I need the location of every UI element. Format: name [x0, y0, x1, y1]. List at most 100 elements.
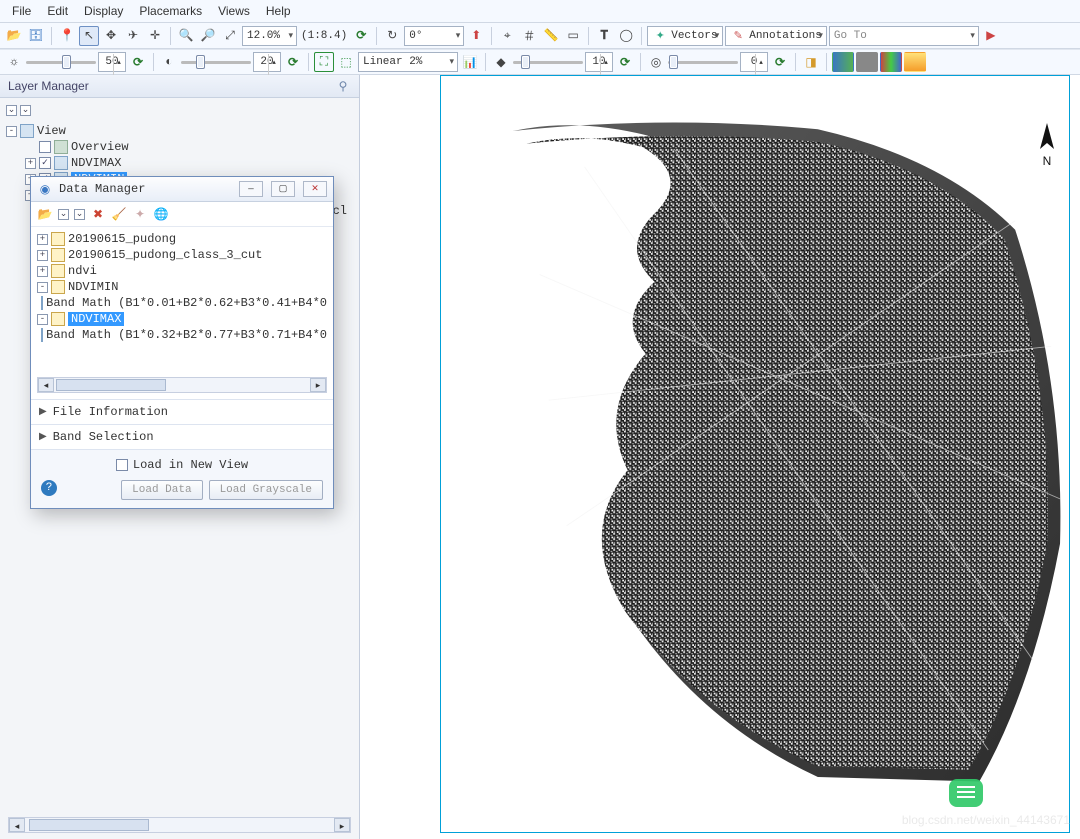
goto-combo[interactable]: Go To	[829, 26, 979, 46]
minimize-button[interactable]: —	[239, 181, 263, 197]
load-data-button[interactable]: Load Data	[121, 480, 202, 500]
pin-icon[interactable]: ✦	[132, 206, 148, 222]
dialog-tree[interactable]: +20190615_pudong +20190615_pudong_class_…	[31, 227, 333, 377]
tree-expand-icon[interactable]: -	[37, 282, 48, 293]
brightness-value[interactable]: 50▲▼	[98, 52, 126, 72]
help-icon[interactable]: ?	[41, 480, 57, 496]
globe-icon[interactable]: 🌐	[153, 206, 169, 222]
collapse-icon[interactable]: ⌄	[6, 105, 17, 116]
swipe-icon[interactable]: ◨	[801, 52, 821, 72]
reset-sharpen-icon[interactable]: ⟳	[615, 52, 635, 72]
stretch-combo[interactable]: Linear 2%	[358, 52, 458, 72]
dm-node-selected[interactable]: NDVIMAX	[68, 312, 124, 326]
brightness-slider[interactable]	[26, 61, 96, 64]
view-gray-icon[interactable]	[856, 52, 878, 72]
checkbox[interactable]	[39, 141, 51, 153]
dm-band[interactable]: Band Math (B1*0.01+B2*0.62+B3*0.41+B4*0	[46, 296, 327, 310]
rotation-combo[interactable]: 0°	[404, 26, 464, 46]
zoom-out-icon[interactable]: 🔎	[198, 26, 218, 46]
contrast-value[interactable]: 20▲▼	[253, 52, 281, 72]
menu-display[interactable]: Display	[78, 2, 129, 20]
reset-transparency-icon[interactable]: ⟳	[770, 52, 790, 72]
cursor-value-icon[interactable]: ＃	[519, 26, 539, 46]
open-folder-icon[interactable]: 📂	[37, 206, 53, 222]
collapse-icon[interactable]: ⌄	[74, 209, 85, 220]
collapse-icon[interactable]: ⌄	[20, 105, 31, 116]
checkbox[interactable]: ✓	[39, 157, 51, 169]
data-manager-icon[interactable]: 🗄	[26, 26, 46, 46]
menu-views[interactable]: Views	[212, 2, 256, 20]
panel-pin-icon[interactable]: ⚲	[335, 78, 351, 94]
histogram-icon[interactable]: 📊	[460, 52, 480, 72]
reset-contrast-icon[interactable]: ⟳	[283, 52, 303, 72]
zoom-in-icon[interactable]: 🔍	[176, 26, 196, 46]
annotations-combo[interactable]: ✎Annotations	[725, 26, 827, 46]
text-annot-icon[interactable]: 𝐓	[594, 26, 614, 46]
zoom-fit-icon[interactable]: ⤢	[220, 26, 240, 46]
transparency-slider[interactable]	[668, 61, 738, 64]
tree-node-ndvimax[interactable]: NDVIMAX	[71, 156, 121, 170]
rotate-icon[interactable]: ↻	[382, 26, 402, 46]
dm-node[interactable]: 20190615_pudong_class_3_cut	[68, 248, 262, 262]
image-canvas[interactable]	[440, 75, 1070, 833]
menu-file[interactable]: File	[6, 2, 37, 20]
fly-icon[interactable]: ✈	[123, 26, 143, 46]
select-icon[interactable]: ↖	[79, 26, 99, 46]
north-up-icon[interactable]: ⬆	[466, 26, 486, 46]
tree-expand-icon[interactable]: +	[25, 158, 36, 169]
region-icon[interactable]: ▭	[563, 26, 583, 46]
extent-fit-icon[interactable]: ⛶	[314, 52, 334, 72]
dialog-horizontal-scrollbar[interactable]: ◂▸	[37, 377, 327, 393]
transparency-value[interactable]: 0▲▼	[740, 52, 768, 72]
dm-node[interactable]: NDVIMIN	[68, 280, 118, 294]
menu-help[interactable]: Help	[260, 2, 297, 20]
vectors-combo[interactable]: ✦Vectors	[647, 26, 723, 46]
load-new-view-checkbox[interactable]	[116, 459, 128, 471]
reset-brightness-icon[interactable]: ⟳	[128, 52, 148, 72]
menu-placemarks[interactable]: Placemarks	[133, 2, 208, 20]
data-manager-dialog[interactable]: ◉ Data Manager — ▢ ✕ 📂 ⌄ ⌄ ✖ 🧹 ✦ 🌐 +2019…	[30, 176, 334, 509]
open-file-icon[interactable]: 📂	[4, 26, 24, 46]
sharpen-value[interactable]: 10▲▼	[585, 52, 613, 72]
menu-edit[interactable]: Edit	[41, 2, 74, 20]
brightness-icon[interactable]: ☼	[4, 52, 24, 72]
dialog-titlebar[interactable]: ◉ Data Manager — ▢ ✕	[31, 177, 333, 202]
crosshair-icon[interactable]: ✛	[145, 26, 165, 46]
close-button[interactable]: ✕	[303, 181, 327, 197]
tree-expand-icon[interactable]: +	[37, 250, 48, 261]
file-information-section[interactable]: ▶File Information	[31, 399, 333, 424]
pan-icon[interactable]: ✥	[101, 26, 121, 46]
extent-full-icon[interactable]: ⬚	[336, 52, 356, 72]
contrast-slider[interactable]	[181, 61, 251, 64]
refresh-icon[interactable]: ⟳	[351, 26, 371, 46]
tree-expand-icon[interactable]: -	[37, 314, 48, 325]
dm-node[interactable]: 20190615_pudong	[68, 232, 176, 246]
delete-icon[interactable]: ✖	[90, 206, 106, 222]
view-rgb-icon[interactable]	[832, 52, 854, 72]
image-viewer[interactable]: N GIS前沿 blog.csdn.net/weixin_44143671	[360, 75, 1080, 839]
zoom-level-combo[interactable]: 12.0%	[242, 26, 297, 46]
sharpen-slider[interactable]	[513, 61, 583, 64]
contrast-icon[interactable]: ◐	[159, 52, 179, 72]
dm-node[interactable]: ndvi	[68, 264, 97, 278]
left-pane-horizontal-scrollbar[interactable]: ◂▸	[8, 817, 351, 833]
tree-expand-icon[interactable]: +	[37, 266, 48, 277]
maximize-button[interactable]: ▢	[271, 181, 295, 197]
view-color-icon[interactable]	[880, 52, 902, 72]
measure-icon[interactable]: 📏	[541, 26, 561, 46]
cleanup-icon[interactable]: 🧹	[111, 206, 127, 222]
dm-band[interactable]: Band Math (B1*0.32+B2*0.77+B3*0.71+B4*0	[46, 328, 327, 342]
collapse-icon[interactable]: ⌄	[58, 209, 69, 220]
pushpin-icon[interactable]: 📍	[57, 26, 77, 46]
sharpen-icon[interactable]: ◆	[491, 52, 511, 72]
cursor-loc-icon[interactable]: ⌖	[497, 26, 517, 46]
view-index-icon[interactable]	[904, 52, 926, 72]
shape-annot-icon[interactable]: ◯	[616, 26, 636, 46]
tree-root[interactable]: View	[37, 124, 66, 138]
transparency-icon[interactable]: ◎	[646, 52, 666, 72]
band-selection-section[interactable]: ▶Band Selection	[31, 424, 333, 449]
load-grayscale-button[interactable]: Load Grayscale	[209, 480, 323, 500]
tree-node-overview[interactable]: Overview	[71, 140, 129, 154]
go-button-icon[interactable]: ▶	[981, 26, 1001, 46]
tree-expand-icon[interactable]: +	[37, 234, 48, 245]
